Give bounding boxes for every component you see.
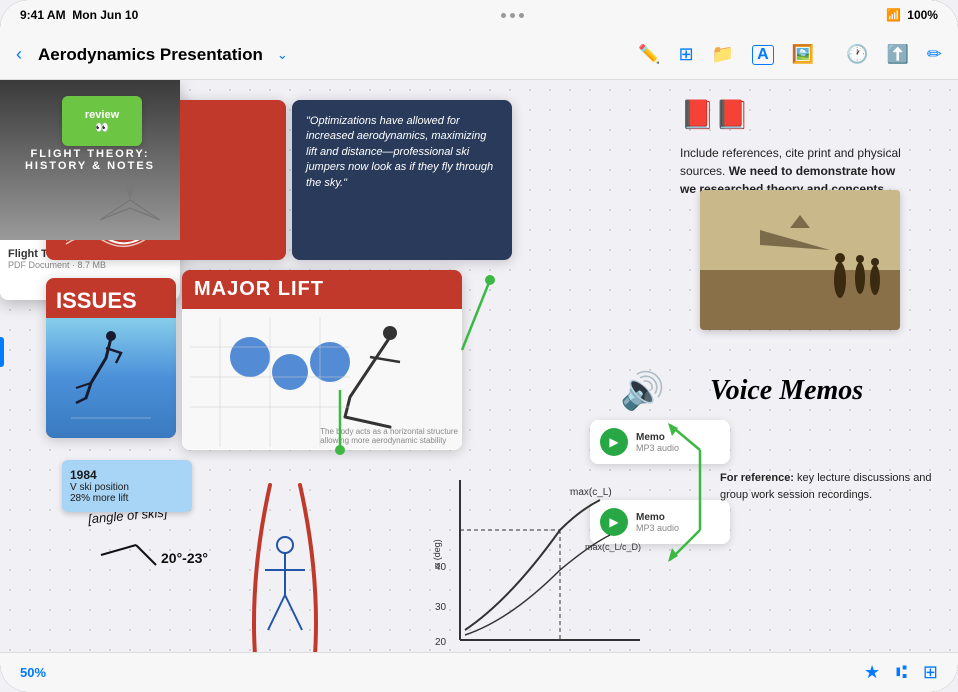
memo-info-1: Memo MP3 audio	[636, 432, 679, 453]
document-title: Aerodynamics Presentation	[38, 45, 263, 65]
status-time: 9:41 AM Mon Jun 10	[20, 8, 138, 22]
grid-bottom-icon[interactable]: ⊞	[923, 662, 938, 683]
svg-text:max(c_L): max(c_L)	[570, 487, 612, 498]
sticky-line3: 28% more lift	[70, 493, 184, 504]
sticky-year: 1984	[70, 468, 184, 482]
chart-area: 20 30 40 α (deg) max(c_L) max(c_L/c_D)	[430, 470, 650, 652]
memo-ref-text: For reference: key lecture discussions a…	[720, 470, 940, 503]
ipad-frame: 9:41 AM Mon Jun 10 📶 100% ‹ Aerodynamics…	[0, 0, 958, 692]
svg-text:30: 30	[435, 602, 447, 613]
flight-subtitle: HISTORY & NOTES	[25, 160, 155, 172]
sticky-line2: V ski position	[70, 482, 184, 493]
text-icon[interactable]: A	[752, 45, 774, 65]
svg-text:20: 20	[435, 637, 447, 648]
bottom-bar: 50% ★ ⑆ ⊞	[0, 652, 958, 692]
audio-speaker-icon[interactable]: 🔊	[620, 370, 665, 412]
battery-text: 100%	[907, 8, 938, 22]
major-lift-header: MAJOR LIFT	[182, 270, 462, 309]
edge-tab[interactable]	[0, 337, 4, 367]
slide-major-lift[interactable]: MAJOR LIFT	[182, 270, 462, 450]
grid-icon[interactable]: ⊞	[679, 44, 694, 65]
wifi-icon: 📶	[886, 8, 901, 22]
info-sticky[interactable]: 1984 V ski position 28% more lift	[62, 460, 192, 512]
toolbar-icons: ✏️ ⊞ 📁 A 🖼️	[638, 44, 814, 65]
memo-ref-bold: For reference:	[720, 472, 797, 484]
play-button-1[interactable]: ▶	[600, 428, 628, 456]
reference-block: 📕📕 Include references, cite print and ph…	[680, 94, 910, 198]
image-icon[interactable]: 🖼️	[792, 44, 814, 65]
status-dots	[501, 13, 524, 18]
toolbar-right-icons: 🕐 ⬆️ ✏	[846, 44, 942, 65]
status-bar: 9:41 AM Mon Jun 10 📶 100%	[0, 0, 958, 30]
svg-text:α (deg): α (deg)	[432, 539, 442, 568]
angle-value-annotation: 20°-23°	[96, 535, 226, 578]
quote-text: "Optimizations have allowed for increase…	[306, 114, 498, 191]
voice-memo-1[interactable]: ▶ Memo MP3 audio	[590, 420, 730, 464]
bottom-icons: ★ ⑆ ⊞	[864, 662, 938, 683]
status-right: 📶 100%	[886, 8, 938, 22]
ski-illustration	[230, 475, 360, 652]
title-chevron[interactable]: ⌄	[277, 47, 288, 63]
review-emoji: 👀	[95, 121, 109, 134]
historical-photo	[700, 190, 900, 330]
slide-quote[interactable]: "Optimizations have allowed for increase…	[292, 100, 512, 260]
zoom-level[interactable]: 50%	[20, 665, 46, 680]
voice-memos-title: Voice Memos	[710, 375, 863, 407]
network-icon[interactable]: ⑆	[896, 662, 907, 683]
toolbar: ‹ Aerodynamics Presentation ⌄ ✏️ ⊞ 📁 A 🖼…	[0, 30, 958, 80]
voice-memos-label: Voice Memos	[710, 375, 863, 406]
edit-icon[interactable]: ✏	[927, 44, 942, 65]
star-icon[interactable]: ★	[864, 662, 880, 683]
svg-text:20°-23°: 20°-23°	[161, 550, 208, 566]
review-label: review	[85, 109, 119, 121]
slide-issues[interactable]: ISSUES	[46, 278, 176, 438]
canvas-area[interactable]: review 👀 NSDYNAMICSN SKISTANCEPARADOXNS …	[0, 80, 958, 652]
flight-title: FLIGHT THEORY:	[25, 148, 155, 160]
folder-icon[interactable]: 📁	[712, 44, 734, 65]
review-sticky[interactable]: review 👀	[62, 96, 142, 146]
clock-icon[interactable]: 🕐	[846, 44, 868, 65]
book-icon: 📕📕	[680, 94, 910, 136]
share-icon[interactable]: ⬆️	[886, 44, 908, 65]
back-button[interactable]: ‹	[16, 44, 22, 65]
svg-text:max(c_L/c_D): max(c_L/c_D)	[585, 542, 641, 552]
pencil-icon[interactable]: ✏️	[638, 44, 660, 65]
